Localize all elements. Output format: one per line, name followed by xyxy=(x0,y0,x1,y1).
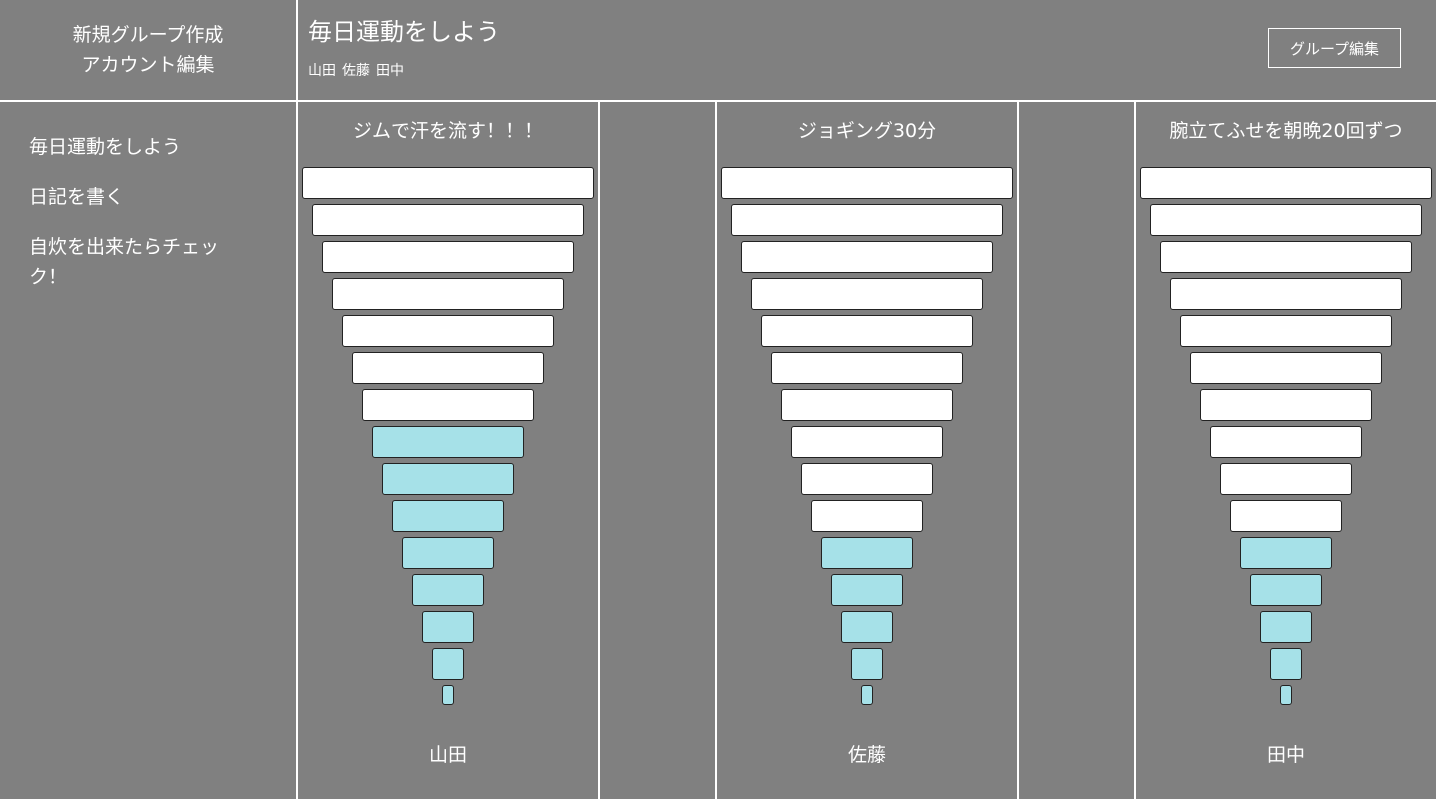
funnel-step[interactable] xyxy=(402,537,494,569)
funnel-step[interactable] xyxy=(1220,463,1352,495)
funnel-step[interactable] xyxy=(382,463,514,495)
funnel-step[interactable] xyxy=(312,204,584,236)
funnel-step[interactable] xyxy=(432,648,464,680)
column-divider xyxy=(598,102,600,799)
member-name: 佐藤 xyxy=(342,63,370,79)
funnel-step[interactable] xyxy=(1250,574,1322,606)
account-edit-link[interactable]: アカウント編集 xyxy=(81,50,214,80)
funnel-step[interactable] xyxy=(781,389,953,421)
funnel-step[interactable] xyxy=(1230,500,1342,532)
funnel-step[interactable] xyxy=(362,389,534,421)
sidebar-item-group[interactable]: 日記を書く xyxy=(29,182,244,212)
funnel-step[interactable] xyxy=(1170,278,1402,310)
funnel-step[interactable] xyxy=(372,426,524,458)
funnel-step[interactable] xyxy=(721,167,1013,199)
funnel-step[interactable] xyxy=(801,463,933,495)
sidebar-item-group[interactable]: 毎日運動をしよう xyxy=(29,132,244,162)
funnel-step[interactable] xyxy=(442,685,454,705)
funnel-step[interactable] xyxy=(1180,315,1392,347)
progress-funnel xyxy=(298,102,598,799)
funnel-step[interactable] xyxy=(831,574,903,606)
edit-group-button[interactable]: グループ編集 xyxy=(1268,28,1401,68)
group-list-sidebar: 毎日運動をしよう 日記を書く 自炊を出来たらチェック！ xyxy=(0,102,296,799)
member-name: 田中 xyxy=(376,63,404,79)
progress-funnel xyxy=(717,102,1017,799)
member-name: 山田 xyxy=(308,63,336,79)
funnel-step[interactable] xyxy=(1190,352,1382,384)
funnel-step[interactable] xyxy=(332,278,564,310)
funnel-step[interactable] xyxy=(751,278,983,310)
funnel-step[interactable] xyxy=(342,315,554,347)
new-group-link[interactable]: 新規グループ作成 xyxy=(73,20,224,50)
funnel-step[interactable] xyxy=(761,315,973,347)
funnel-step[interactable] xyxy=(1280,685,1292,705)
funnel-step[interactable] xyxy=(422,611,474,643)
funnel-step[interactable] xyxy=(791,426,943,458)
member-column: ジムで汗を流す！！！ 山田 xyxy=(298,102,598,799)
member-column: ジョギング30分 佐藤 xyxy=(717,102,1017,799)
progress-funnel xyxy=(1136,102,1436,799)
funnel-step[interactable] xyxy=(1270,648,1302,680)
column-member-name: 山田 xyxy=(428,744,467,766)
funnel-step[interactable] xyxy=(741,241,993,273)
funnel-step[interactable] xyxy=(322,241,574,273)
member-names: 山田 佐藤 田中 xyxy=(308,60,410,80)
funnel-step[interactable] xyxy=(731,204,1003,236)
funnel-step[interactable] xyxy=(771,352,963,384)
funnel-step[interactable] xyxy=(412,574,484,606)
sidebar-item-group[interactable]: 自炊を出来たらチェック！ xyxy=(29,232,244,292)
funnel-step[interactable] xyxy=(1140,167,1432,199)
funnel-step[interactable] xyxy=(1240,537,1332,569)
column-divider xyxy=(1017,102,1019,799)
funnel-step[interactable] xyxy=(1160,241,1412,273)
main-menu: 新規グループ作成 アカウント編集 xyxy=(0,0,296,100)
funnel-step[interactable] xyxy=(841,611,893,643)
column-member-name: 佐藤 xyxy=(847,744,886,766)
funnel-step[interactable] xyxy=(1260,611,1312,643)
funnel-step[interactable] xyxy=(1210,426,1362,458)
funnel-step[interactable] xyxy=(811,500,923,532)
funnel-step[interactable] xyxy=(861,685,873,705)
column-member-name: 田中 xyxy=(1266,744,1305,766)
funnel-step[interactable] xyxy=(302,167,594,199)
group-title: 毎日運動をしよう xyxy=(308,18,500,46)
funnel-step[interactable] xyxy=(851,648,883,680)
funnel-step[interactable] xyxy=(392,500,504,532)
funnel-step[interactable] xyxy=(1200,389,1372,421)
app-window: 新規グループ作成 アカウント編集 毎日運動をしよう 山田 佐藤 田中 グループ編集 … xyxy=(0,0,1436,799)
funnel-step[interactable] xyxy=(821,537,913,569)
member-column: 腕立てふせを朝晩20回ずつ 田中 xyxy=(1136,102,1436,799)
group-header: 毎日運動をしよう 山田 佐藤 田中 グループ編集 xyxy=(298,0,1436,100)
funnel-step[interactable] xyxy=(352,352,544,384)
funnel-step[interactable] xyxy=(1150,204,1422,236)
